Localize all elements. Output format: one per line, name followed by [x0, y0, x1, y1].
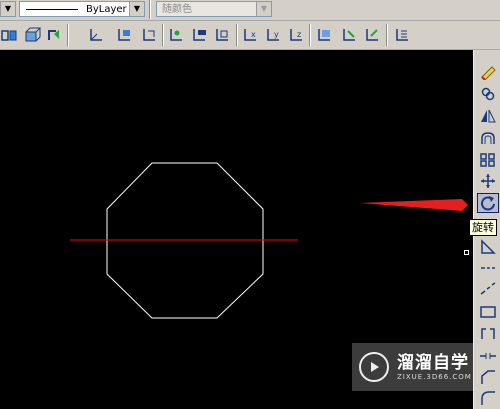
watermark-title: 溜溜自学: [397, 352, 469, 373]
lineweight-dropdown[interactable]: 随颜色 ▼: [156, 1, 272, 17]
toolbar-separator: [309, 24, 311, 46]
ucs-manager-icon[interactable]: [392, 25, 412, 45]
fillet-icon[interactable]: [477, 388, 499, 408]
color-dropdown-partial[interactable]: ▼: [0, 1, 16, 17]
copy-icon[interactable]: [477, 84, 499, 104]
ucs-x-icon[interactable]: x: [240, 25, 260, 45]
arrow-annotation: [360, 199, 468, 211]
ucs-object-icon[interactable]: [114, 25, 134, 45]
ucs-3point-icon[interactable]: [212, 25, 232, 45]
mirror-icon[interactable]: [477, 106, 499, 126]
lengthen-icon[interactable]: [477, 279, 499, 299]
toolbar-separator: [67, 24, 69, 46]
svg-text:x: x: [251, 30, 256, 39]
ucs-settings-icon[interactable]: [362, 25, 382, 45]
ucs-icon[interactable]: [0, 25, 20, 45]
grip-marker: [464, 250, 469, 255]
ucs-toolbar: x y z: [0, 21, 500, 50]
toolbar-separator: [162, 24, 164, 46]
chevron-down-icon: ▼: [256, 2, 271, 16]
ucs-named-icon[interactable]: [339, 25, 359, 45]
linetype-value: ByLayer: [86, 4, 127, 15]
ucs-world-icon[interactable]: [86, 25, 106, 45]
ucs-origin-icon[interactable]: [166, 25, 186, 45]
watermark: 溜溜自学 ZIXUE.3D66.COM: [352, 343, 473, 391]
ucs-z-icon[interactable]: z: [286, 25, 306, 45]
toolbar-separator: [386, 24, 388, 46]
erase-icon[interactable]: [477, 62, 499, 82]
ucs-zaxis-icon[interactable]: [189, 25, 209, 45]
move-icon[interactable]: [477, 171, 499, 191]
watermark-subtitle: ZIXUE.3D66.COM: [397, 372, 472, 381]
linetype-dropdown[interactable]: ByLayer ▼: [19, 1, 145, 17]
ucs-face-icon[interactable]: [139, 25, 159, 45]
play-logo-icon: [359, 352, 389, 382]
chevron-down-icon: ▼: [0, 2, 15, 16]
rotate-tooltip: 旋转: [469, 219, 497, 236]
rotate-icon[interactable]: [477, 193, 499, 213]
stretch-icon[interactable]: [477, 258, 499, 278]
break-icon[interactable]: [477, 346, 499, 366]
linetype-sample: [26, 9, 78, 10]
ucs-y-icon[interactable]: y: [263, 25, 283, 45]
watermark-text: 溜溜自学 ZIXUE.3D66.COM: [397, 353, 472, 382]
ucs-previous-icon[interactable]: [44, 25, 64, 45]
array-icon[interactable]: [477, 150, 499, 170]
ucs-apply-icon[interactable]: [314, 25, 334, 45]
chamfer-icon[interactable]: [477, 367, 499, 387]
extend-icon[interactable]: [477, 324, 499, 344]
chevron-down-icon: ▼: [129, 2, 144, 16]
toolbar-separator: [236, 24, 238, 46]
3d-box-icon[interactable]: [22, 25, 42, 45]
svg-text:z: z: [297, 30, 301, 39]
toolbar-separator: [149, 0, 151, 19]
properties-toolbar: ▼ ByLayer ▼ 随颜色 ▼: [0, 0, 500, 21]
offset-icon[interactable]: [477, 128, 499, 148]
svg-text:y: y: [274, 30, 279, 39]
lineweight-value: 随颜色: [162, 4, 192, 15]
scale-icon[interactable]: [477, 237, 499, 257]
trim-icon[interactable]: [477, 302, 499, 322]
